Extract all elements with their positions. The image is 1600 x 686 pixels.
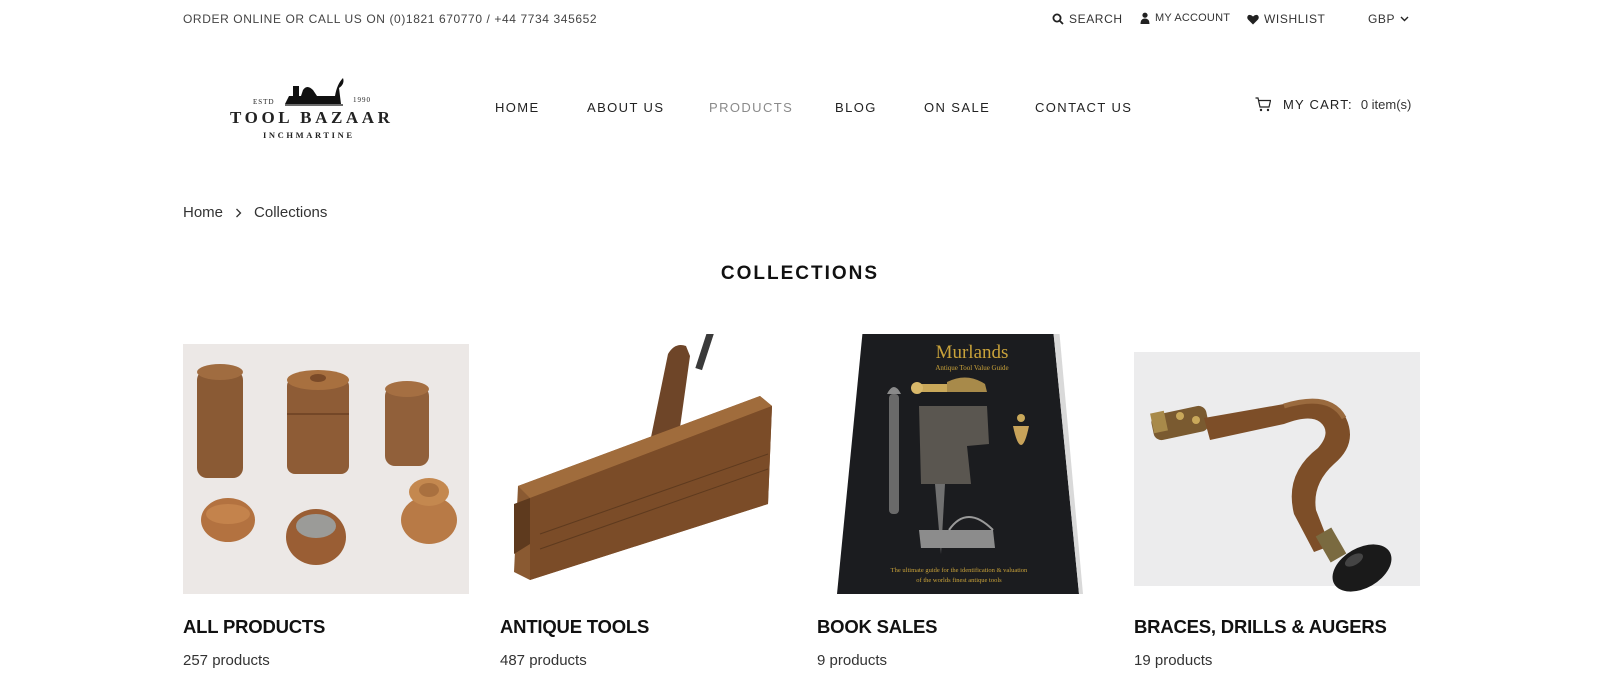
cart-count: 0 item(s): [1360, 97, 1412, 112]
logo-year: 1990: [353, 96, 371, 104]
breadcrumb-home[interactable]: Home: [183, 204, 223, 221]
breadcrumb-current: Collections: [254, 204, 328, 221]
breadcrumb: Home Collections: [183, 204, 327, 221]
my-account-label: MY ACCOUNT: [1155, 12, 1231, 24]
logo-subtitle: INCHMARTINE: [263, 130, 355, 140]
collection-image-wooden-plane[interactable]: [500, 329, 786, 596]
nav-on-sale[interactable]: ON SALE: [924, 100, 990, 115]
collection-count: 487 products: [500, 652, 587, 669]
collection-title[interactable]: BOOK SALES: [817, 616, 938, 638]
nav-about-us[interactable]: ABOUT US: [587, 100, 664, 115]
cart-label: MY CART:: [1283, 97, 1353, 112]
collection-image-wooden-containers[interactable]: [183, 334, 469, 596]
wishlist-link[interactable]: WISHLIST: [1247, 12, 1325, 26]
collection-card-all-products[interactable]: ALL PRODUCTS 257 products: [183, 334, 469, 669]
top-bar: ORDER ONLINE OR CALL US ON (0)1821 67077…: [0, 0, 1600, 38]
heart-icon: [1247, 14, 1259, 24]
book-cover-subtitle: Antique Tool Value Guide: [935, 364, 1008, 372]
search-label: SEARCH: [1069, 12, 1123, 26]
contact-info: ORDER ONLINE OR CALL US ON (0)1821 67077…: [183, 12, 598, 26]
my-account-link[interactable]: MY ACCOUNT: [1140, 12, 1230, 24]
collection-title[interactable]: ANTIQUE TOOLS: [500, 616, 649, 638]
nav-blog[interactable]: BLOG: [835, 100, 877, 115]
nav-contact-us[interactable]: CONTACT US: [1035, 100, 1132, 115]
collection-card-braces-drills-augers[interactable]: BRACES, DRILLS & AUGERS 19 products: [1134, 334, 1420, 669]
nav-products[interactable]: PRODUCTS: [709, 100, 793, 115]
cart-icon: [1255, 97, 1271, 112]
search-icon: [1052, 13, 1064, 25]
wishlist-label: WISHLIST: [1264, 12, 1326, 26]
cart-link[interactable]: MY CART: 0 item(s): [1255, 97, 1411, 112]
user-icon: [1140, 12, 1150, 24]
search-link[interactable]: SEARCH: [1052, 12, 1123, 26]
collection-count: 9 products: [817, 652, 888, 669]
collection-image-murlands-book[interactable]: Murlands Antique Tool Value Guide The ul…: [817, 328, 1103, 596]
collection-count: 19 products: [1134, 652, 1213, 669]
book-cover-tagline-2: of the worlds finest antique tools: [916, 577, 1002, 584]
chevron-right-icon: [236, 208, 242, 217]
logo-estd: ESTD: [253, 98, 275, 106]
page-title: COLLECTIONS: [720, 263, 880, 284]
collection-title[interactable]: ALL PRODUCTS: [183, 616, 325, 638]
site-logo[interactable]: ESTD 1990 TOOL BAZAAR INCHMARTINE: [228, 76, 403, 142]
chevron-down-icon: [1400, 16, 1409, 22]
collection-title[interactable]: BRACES, DRILLS & AUGERS: [1134, 616, 1387, 638]
collection-count: 257 products: [183, 652, 270, 669]
collection-card-antique-tools[interactable]: ANTIQUE TOOLS 487 products: [500, 329, 786, 669]
logo-name: TOOL BAZAAR: [230, 108, 394, 127]
currency-selector[interactable]: GBP: [1368, 12, 1409, 26]
collection-card-book-sales[interactable]: Murlands Antique Tool Value Guide The ul…: [817, 328, 1103, 669]
collection-image-wooden-brace[interactable]: [1134, 334, 1420, 596]
plane-logo-icon: [285, 78, 344, 106]
currency-value: GBP: [1368, 12, 1396, 26]
book-cover-title: Murlands: [936, 342, 1009, 363]
nav-home[interactable]: HOME: [495, 100, 540, 115]
book-cover-tagline-1: The ultimate guide for the identificatio…: [891, 567, 1028, 574]
